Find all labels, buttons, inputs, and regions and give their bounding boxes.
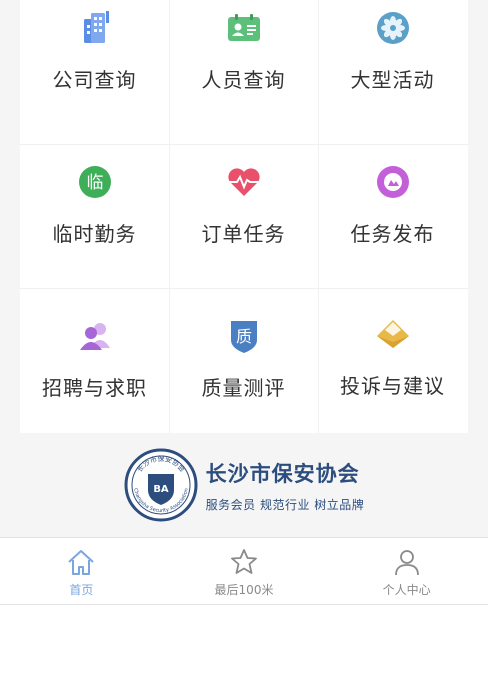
grid-item-label: 质量测评 xyxy=(201,376,286,400)
flower-icon xyxy=(375,10,411,46)
grid-item-order-tasks[interactable]: 订单任务 xyxy=(169,154,318,298)
grid-item-staff-query[interactable]: 人员查询 xyxy=(169,0,318,144)
grid-item-complaints-suggestions[interactable]: 投诉与建议 xyxy=(318,306,467,450)
publish-task-icon xyxy=(375,164,411,200)
seal-center-text: BA xyxy=(153,484,169,495)
recruit-people-icon xyxy=(77,318,113,354)
person-icon xyxy=(394,550,419,576)
temp-duty-icon: 临 xyxy=(77,164,113,200)
grid-item-label: 人员查询 xyxy=(201,68,286,92)
grid-item-label: 任务发布 xyxy=(350,222,435,246)
association-logo: 长沙市保安协会 Changsha Security Association BA… xyxy=(0,433,488,537)
id-card-icon xyxy=(226,10,262,46)
empty-area xyxy=(0,605,488,681)
grid-item-label: 订单任务 xyxy=(201,222,286,246)
star-icon xyxy=(231,549,257,574)
grid-item-publish-task[interactable]: 任务发布 xyxy=(318,154,467,298)
grid-item-temporary-duty[interactable]: 临 临时勤务 xyxy=(20,154,169,298)
grid-item-label: 大型活动 xyxy=(350,68,435,92)
home-icon xyxy=(68,550,95,575)
org-name: 长沙市保安协会 xyxy=(205,461,360,486)
quality-shield-icon: 质 xyxy=(226,318,262,354)
grid-item-large-events[interactable]: 大型活动 xyxy=(318,0,467,144)
grid-divider xyxy=(20,144,468,145)
function-grid: 公司查询 人员查询 大型活动 临 临时勤务 订单任务 任务发布 招聘与求职 质 … xyxy=(20,0,468,433)
grid-item-label: 公司查询 xyxy=(52,68,137,92)
tab-home[interactable]: 首页 xyxy=(0,538,163,604)
grid-item-recruitment[interactable]: 招聘与求职 xyxy=(20,308,169,452)
tab-label: 个人中心 xyxy=(382,583,431,597)
tab-label: 最后100米 xyxy=(214,583,274,597)
quality-shield-icon-text: 质 xyxy=(235,327,251,346)
envelope-icon xyxy=(375,316,411,352)
heartbeat-icon xyxy=(226,164,262,200)
grid-item-quality-evaluation[interactable]: 质 质量测评 xyxy=(169,308,318,452)
temp-duty-icon-text: 临 xyxy=(86,173,103,193)
grid-item-label: 招聘与求职 xyxy=(42,376,147,400)
bottom-tab-bar: 首页 最后100米 个人中心 xyxy=(0,537,488,605)
grid-item-label: 投诉与建议 xyxy=(340,374,445,398)
tab-personal-center[interactable]: 个人中心 xyxy=(325,538,488,604)
tab-last-100-meters[interactable]: 最后100米 xyxy=(163,538,326,604)
company-building-icon xyxy=(77,10,113,46)
tab-label: 首页 xyxy=(69,583,94,597)
association-seal-icon: 长沙市保安协会 Changsha Security Association BA xyxy=(124,448,198,522)
org-slogan: 服务会员 规范行业 树立品牌 xyxy=(205,497,365,512)
grid-item-label: 临时勤务 xyxy=(52,222,137,246)
grid-item-company-query[interactable]: 公司查询 xyxy=(20,0,169,144)
